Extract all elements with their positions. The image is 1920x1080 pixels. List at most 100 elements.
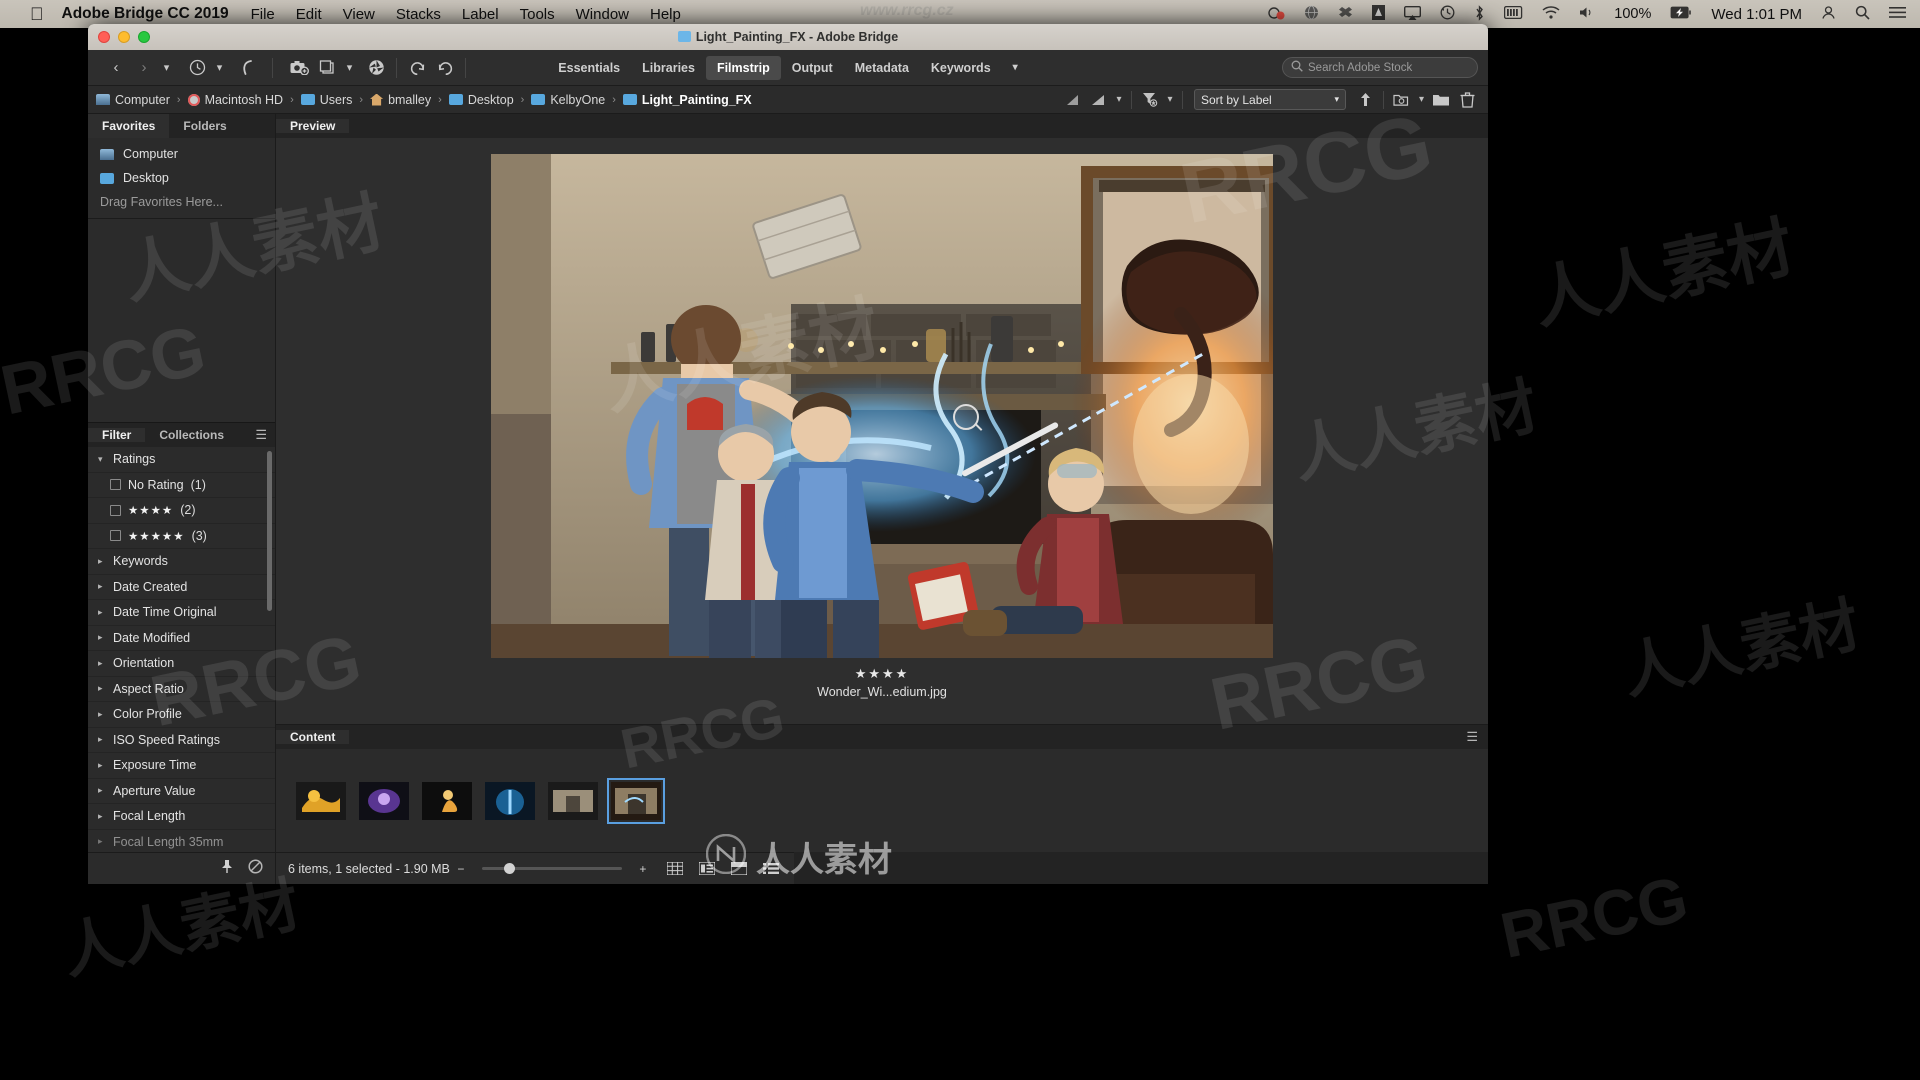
timemachine-badge-icon[interactable] [1268, 6, 1285, 23]
path-dropdown-button[interactable]: ▾ [158, 54, 175, 82]
thumbnail-item-3[interactable] [422, 781, 472, 820]
checkbox[interactable] [110, 530, 121, 542]
breadcrumb-item-light-painting-fx[interactable]: Light_Painting_FX [622, 93, 752, 107]
filter-rating-five-stars[interactable]: ★★★★★ (3) [88, 524, 275, 549]
slider-knob[interactable] [503, 863, 515, 874]
favorite-item-computer[interactable]: Computer [88, 142, 275, 166]
menu-item-stacks[interactable]: Stacks [396, 6, 441, 23]
menu-item-tools[interactable]: Tools [520, 6, 555, 23]
filter-rating-caret-icon[interactable]: ▾ [1112, 89, 1126, 111]
breadcrumb-item-users[interactable]: Users [300, 93, 352, 107]
filter-group-date-time-original[interactable]: ▸ Date Time Original [88, 600, 275, 626]
filter-group-focal-length[interactable]: ▸ Focal Length [88, 804, 275, 830]
trash-icon[interactable] [1454, 89, 1480, 111]
menu-item-file[interactable]: File [251, 6, 275, 23]
rotate-counterclockwise-button[interactable] [403, 54, 431, 82]
thumbnail-size-slider[interactable] [481, 863, 622, 874]
workspace-output[interactable]: Output [781, 56, 844, 80]
tab-preview[interactable]: Preview [276, 119, 350, 133]
loupe-zoom-icon[interactable] [953, 404, 979, 430]
panel-menu-icon[interactable]: ☰ [255, 427, 275, 443]
breadcrumb-item-desktop[interactable]: Desktop [448, 93, 514, 107]
battery-bar-icon[interactable] [1504, 5, 1523, 22]
preview-image[interactable] [491, 154, 1273, 658]
timemachine-icon[interactable] [1440, 5, 1455, 23]
filter-group-aperture-value[interactable]: ▸ Aperture Value [88, 779, 275, 804]
preview-star-rating[interactable]: ★★★★ [855, 666, 910, 682]
wifi-icon[interactable] [1542, 6, 1560, 22]
get-photos-from-camera-button[interactable] [285, 54, 313, 82]
user-icon[interactable] [1821, 5, 1836, 23]
thumbnail-item-6[interactable] [607, 777, 665, 824]
pushpin-icon[interactable] [220, 859, 234, 879]
workspace-keywords[interactable]: Keywords [920, 56, 1002, 80]
thumbnail-item-2[interactable] [359, 781, 409, 820]
filter-group-color-profile[interactable]: ▸ Color Profile [88, 702, 275, 728]
workspace-metadata[interactable]: Metadata [844, 56, 920, 80]
globe-icon[interactable] [1304, 5, 1319, 23]
menu-item-label[interactable]: Label [462, 6, 499, 23]
open-in-camera-raw-button[interactable] [362, 54, 390, 82]
filter-funnel-caret-icon[interactable]: ▾ [1163, 89, 1177, 111]
back-button[interactable]: ‹ [102, 54, 130, 82]
workspace-more-icon[interactable]: ▾ [1002, 57, 1029, 78]
tab-content[interactable]: Content [276, 730, 350, 744]
workspace-essentials[interactable]: Essentials [547, 56, 631, 80]
filter-rating-four-stars[interactable]: ★★★★ (2) [88, 498, 275, 524]
checkbox[interactable] [110, 504, 121, 516]
recent-dropdown-button[interactable]: ▾ [211, 54, 228, 82]
airplay-icon[interactable] [1404, 5, 1422, 23]
refine-button[interactable] [313, 54, 341, 82]
filter-funnel-icon[interactable] [1137, 89, 1163, 111]
spotlight-search-icon[interactable] [1855, 5, 1870, 23]
forward-button[interactable]: › [130, 54, 158, 82]
new-folder-caret-icon[interactable]: ▾ [1415, 89, 1428, 111]
tab-collections[interactable]: Collections [145, 428, 238, 442]
favorite-item-desktop[interactable]: Desktop [88, 166, 275, 190]
filter-group-focal-length-35mm[interactable]: ▸ Focal Length 35mm [88, 830, 275, 853]
thumbnail-item-4[interactable] [485, 781, 535, 820]
checkbox[interactable] [110, 479, 121, 491]
battery-charging-icon[interactable] [1670, 6, 1692, 22]
breadcrumb-item-computer[interactable]: Computer [96, 93, 170, 107]
filter-group-exposure-time[interactable]: ▸ Exposure Time [88, 753, 275, 779]
sort-dropdown[interactable]: Sort by Label ▾ [1194, 89, 1346, 110]
filter-group-iso-speed-ratings[interactable]: ▸ ISO Speed Ratings [88, 728, 275, 753]
refine-dropdown-button[interactable]: ▾ [341, 54, 358, 82]
menubar-clock[interactable]: Wed 1:01 PM [1711, 6, 1802, 23]
zoom-in-button[interactable]: + [632, 861, 654, 877]
breadcrumb-item-kelbyone[interactable]: KelbyOne [531, 93, 605, 107]
tab-favorites[interactable]: Favorites [88, 114, 170, 138]
new-folder-camera-icon[interactable] [1389, 89, 1415, 111]
new-folder-icon[interactable] [1428, 89, 1454, 111]
control-center-icon[interactable] [1889, 6, 1906, 22]
go-to-parent-button[interactable] [234, 54, 262, 82]
content-panel-menu-icon[interactable]: ☰ [1466, 729, 1488, 745]
filter-group-date-modified[interactable]: ▸ Date Modified [88, 626, 275, 651]
breadcrumb-item-bmalley[interactable]: bmalley [370, 93, 431, 107]
filter-group-aspect-ratio[interactable]: ▸ Aspect Ratio [88, 677, 275, 702]
zoom-out-button[interactable]: − [450, 861, 472, 877]
filter-group-date-created[interactable]: ▸ Date Created [88, 575, 275, 600]
menu-item-help[interactable]: Help [650, 6, 681, 23]
menu-item-window[interactable]: Window [576, 6, 629, 23]
rotate-clockwise-button[interactable] [431, 54, 459, 82]
filter-group-keywords[interactable]: ▸ Keywords [88, 549, 275, 575]
breadcrumb-item-macintosh-hd[interactable]: Macintosh HD [187, 93, 283, 107]
menu-item-view[interactable]: View [343, 6, 375, 23]
filter-rating-icon[interactable] [1060, 89, 1086, 111]
tab-folders[interactable]: Folders [169, 114, 240, 138]
volume-icon[interactable] [1579, 6, 1595, 22]
filter-rating-menu-icon[interactable] [1086, 89, 1112, 111]
thumbnail-item-5[interactable] [548, 781, 598, 820]
grid-view-icon[interactable] [664, 861, 686, 877]
drive-icon[interactable] [1372, 5, 1386, 23]
thumbnail-item-1[interactable] [296, 781, 346, 820]
sort-direction-button[interactable] [1352, 89, 1378, 111]
tab-filter[interactable]: Filter [88, 428, 146, 442]
bluetooth-icon[interactable] [1474, 4, 1485, 24]
filter-group-orientation[interactable]: ▸ Orientation [88, 651, 275, 677]
filter-rating-no-rating[interactable]: No Rating (1) [88, 473, 275, 498]
workspace-libraries[interactable]: Libraries [631, 56, 706, 80]
filter-scrollbar[interactable] [267, 451, 272, 611]
